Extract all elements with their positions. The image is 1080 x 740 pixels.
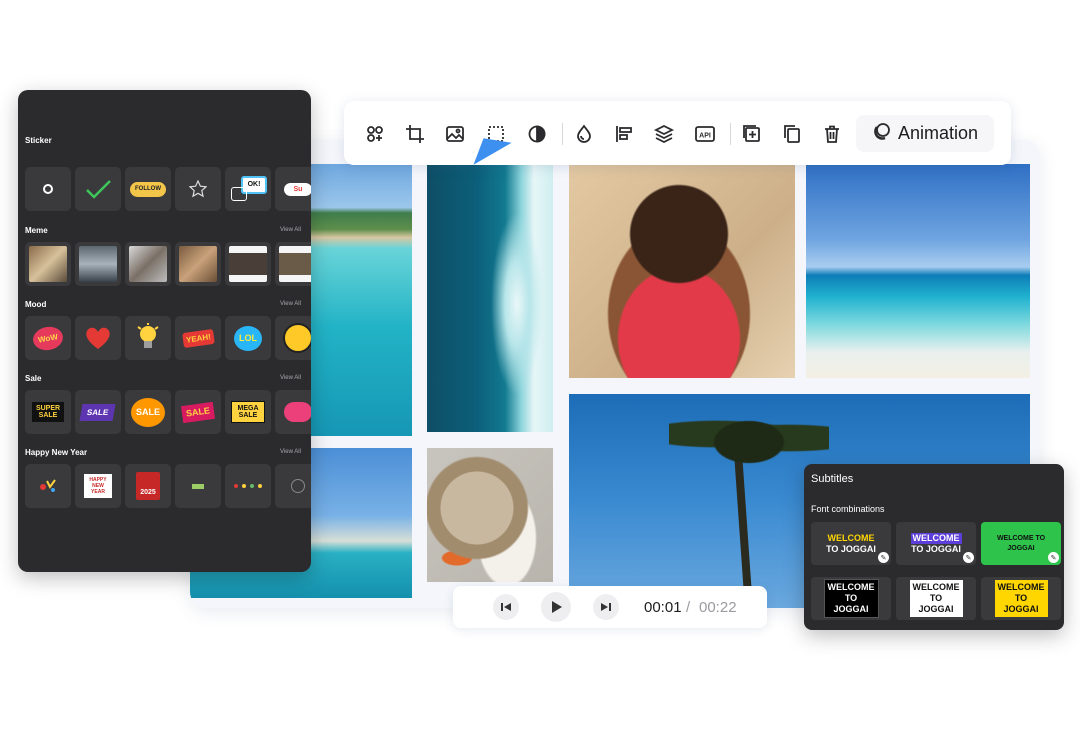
sticker-follow[interactable]: FOLLOW [125, 167, 171, 211]
sticker-lightbulb[interactable] [125, 316, 171, 360]
image-toolbar: API Animation [344, 101, 1011, 165]
svg-text:API: API [699, 133, 711, 140]
section-title-sale: Sale [25, 374, 42, 383]
play-button[interactable] [541, 592, 571, 622]
edit-icon[interactable]: ✎ [963, 552, 974, 563]
layers-icon[interactable] [653, 123, 675, 145]
sticker-clock[interactable] [275, 464, 311, 508]
time-separator: / [686, 599, 691, 616]
total-time: 00:22 [699, 599, 737, 616]
sticker-yeah[interactable]: YEAH! [175, 316, 221, 360]
meme-item[interactable] [25, 242, 71, 286]
sticker-hearts[interactable] [75, 316, 121, 360]
sticker-2025-calendar[interactable]: 2025 [125, 464, 171, 508]
sticker-super-sale[interactable]: SUPER SALE [25, 390, 71, 434]
sticker-sale-banner[interactable]: SALE [75, 390, 121, 434]
skip-forward-button[interactable] [593, 594, 619, 620]
mood-row: WoW YEAH! LOL [25, 316, 311, 360]
meme-item[interactable] [225, 242, 271, 286]
sticker-ok-bubble[interactable]: OK! [225, 167, 271, 211]
subtitles-panel: Subtitles Font combinations WELCOME TO J… [804, 464, 1064, 630]
drop-icon[interactable] [573, 123, 595, 145]
toolbar-divider [730, 123, 731, 145]
font-combo-purple-highlight[interactable]: WELCOME TO JOGGAI ✎ [896, 522, 976, 565]
current-time: 00:01 [644, 599, 682, 616]
delete-icon[interactable] [821, 123, 843, 145]
animation-label: Animation [897, 123, 979, 143]
sticker-confetti[interactable] [25, 464, 71, 508]
playback-controls: 00:01 / 00:22 [453, 586, 767, 628]
sticker-ribbon[interactable] [175, 464, 221, 508]
meme-item[interactable] [75, 242, 121, 286]
palm-leaves [669, 394, 829, 474]
sticker-super-sale-burst[interactable]: SALE [175, 390, 221, 434]
sticker-sale-tag[interactable] [275, 390, 311, 434]
view-all-meme-link[interactable]: View All [280, 227, 301, 233]
sticker-checkmark[interactable] [75, 167, 121, 211]
edit-icon[interactable]: ✎ [1048, 552, 1059, 563]
font-combo-yellow-white[interactable]: WELCOME TO JOGGAI ✎ [811, 522, 891, 565]
duplicate-icon[interactable] [781, 123, 803, 145]
view-all-new-year-link[interactable]: View All [280, 449, 301, 455]
sticker-happy-new-year[interactable]: HAPPY NEW YEAR [75, 464, 121, 508]
font-combo-black-box[interactable]: WELCOME TO JOGGAI [811, 577, 891, 620]
section-title-mood: Mood [25, 300, 47, 309]
font-combo-green[interactable]: WELCOME TO JOGGAI ✎ [981, 522, 1061, 565]
photo-ocean-wave[interactable] [427, 164, 553, 432]
sticker-mega-sale[interactable]: MEGA SALE [225, 390, 271, 434]
photo-tropical-sea[interactable] [806, 164, 1030, 378]
skip-forward-icon [601, 603, 611, 611]
photo-straw-hat[interactable] [427, 448, 553, 582]
meme-item[interactable] [275, 242, 311, 286]
sticker-surprise[interactable] [275, 316, 311, 360]
new-year-row: HAPPY NEW YEAR 2025 [25, 464, 311, 508]
contrast-icon[interactable] [526, 123, 548, 145]
section-title-meme: Meme [25, 226, 48, 235]
sale-row: SUPER SALE SALE SALE SALE MEGA SALE [25, 390, 311, 434]
font-combinations-label: Font combinations [811, 504, 885, 514]
image-icon[interactable] [444, 123, 466, 145]
skip-back-button[interactable] [493, 594, 519, 620]
section-title-sticker: Sticker [25, 136, 52, 145]
meme-row [25, 242, 311, 286]
sticker-lol[interactable]: LOL [225, 316, 271, 360]
sticker-row: FOLLOW OK! Su [25, 167, 311, 211]
sticker-dot[interactable] [25, 167, 71, 211]
font-combo-yellow-box[interactable]: WELCOME TO JOGGAI [981, 577, 1061, 620]
api-icon[interactable]: API [694, 123, 716, 145]
play-icon [552, 601, 562, 613]
sticker-panel: Sticker FOLLOW OK! Su Meme View All Mood… [18, 90, 311, 572]
focus-icon[interactable] [364, 123, 386, 145]
animation-icon [872, 121, 892, 146]
skip-back-icon [501, 603, 511, 611]
animation-button[interactable]: Animation [856, 115, 994, 152]
section-title-happy-new-year: Happy New Year [25, 448, 88, 457]
sticker-clearance-sale[interactable]: SALE [125, 390, 171, 434]
sticker-lights[interactable] [225, 464, 271, 508]
crop-icon[interactable] [404, 123, 426, 145]
meme-item[interactable] [125, 242, 171, 286]
toolbar-divider [562, 123, 563, 145]
sticker-star[interactable] [175, 167, 221, 211]
font-combo-white-box[interactable]: WELCOME TO JOGGAI [896, 577, 976, 620]
view-all-mood-link[interactable]: View All [280, 301, 301, 307]
photo-woman-with-camera[interactable] [569, 164, 795, 378]
subtitles-title: Subtitles [811, 473, 854, 485]
view-all-sale-link[interactable]: View All [280, 375, 301, 381]
align-icon[interactable] [613, 123, 635, 145]
sticker-wow[interactable]: WoW [25, 316, 71, 360]
edit-icon[interactable]: ✎ [878, 552, 889, 563]
meme-item[interactable] [175, 242, 221, 286]
sticker-subscribe[interactable]: Su [275, 167, 311, 211]
add-icon[interactable] [741, 123, 763, 145]
